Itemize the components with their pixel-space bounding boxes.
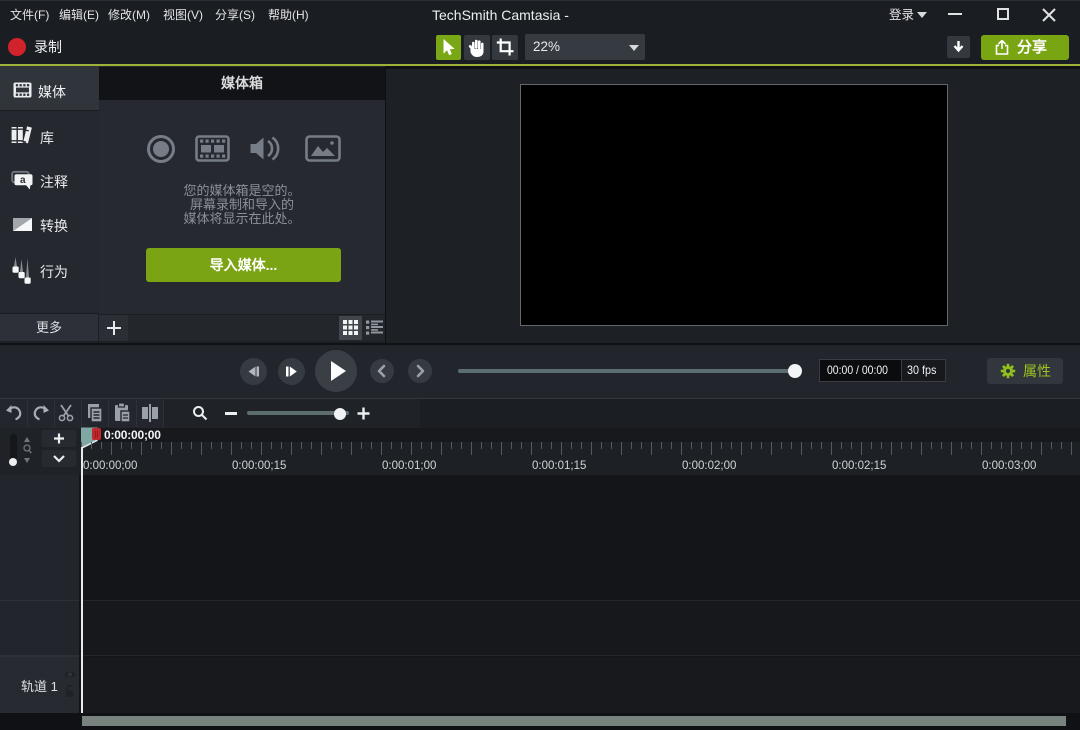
svg-text:a: a — [20, 175, 26, 186]
